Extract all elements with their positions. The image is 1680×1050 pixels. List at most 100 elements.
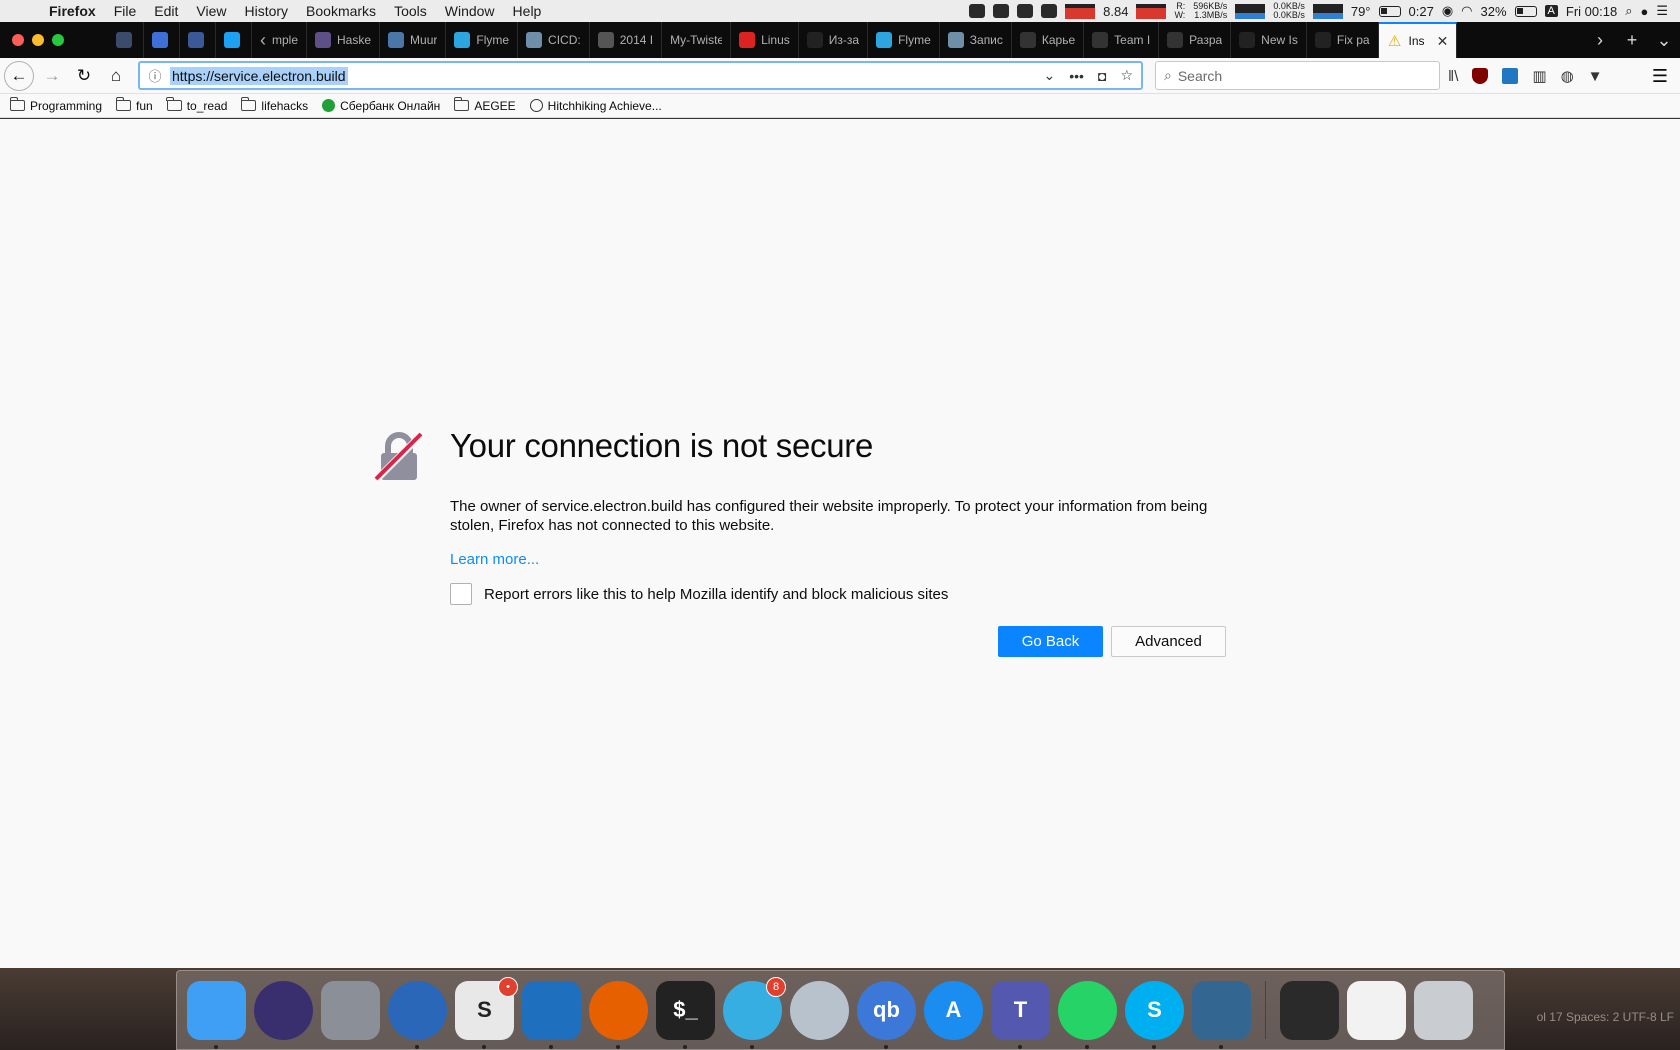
bookmark-item[interactable]: lifehacks xyxy=(241,97,308,113)
new-tab-button[interactable]: + xyxy=(1616,30,1648,51)
docker-status-icon[interactable] xyxy=(1041,4,1058,18)
tab[interactable]: ‹ mple xyxy=(252,22,308,58)
forward-button[interactable]: → xyxy=(38,62,66,90)
open-menu-icon[interactable]: ☰ xyxy=(1652,66,1668,87)
finder-dock-icon[interactable] xyxy=(187,980,246,1049)
tab[interactable]: Flyme xyxy=(446,22,519,58)
close-tab-icon[interactable]: ✕ xyxy=(1437,33,1449,50)
menu-help[interactable]: Help xyxy=(504,3,551,19)
spotlight-icon[interactable]: ⌕ xyxy=(1625,3,1632,19)
ublock-origin-icon[interactable] xyxy=(1472,68,1489,84)
trash-icon[interactable] xyxy=(1414,980,1473,1040)
keychain-dock-icon[interactable] xyxy=(790,980,849,1040)
tab[interactable]: 2014 I xyxy=(590,22,663,58)
battery-icon[interactable] xyxy=(1514,5,1537,17)
tab[interactable] xyxy=(216,22,252,58)
launchpad-dock-icon[interactable] xyxy=(321,980,380,1040)
tab[interactable] xyxy=(108,22,144,58)
vpn-extension-icon[interactable]: ▼ xyxy=(1588,68,1603,85)
bookmark-item[interactable]: fun xyxy=(115,97,153,113)
report-errors-checkbox[interactable] xyxy=(450,583,472,605)
tab[interactable]: Muur xyxy=(380,22,447,58)
close-window-button[interactable] xyxy=(12,34,24,46)
clock[interactable]: Fri 00:18 xyxy=(1566,4,1617,19)
globe-extension-icon[interactable]: ◍ xyxy=(1561,67,1574,85)
search-input[interactable]: Search xyxy=(1178,68,1222,84)
qbittorrent-dock-icon[interactable]: qb xyxy=(857,980,916,1049)
temperature-readout[interactable]: 79° xyxy=(1351,4,1371,19)
bookmark-item[interactable]: Programming xyxy=(9,97,102,113)
tab[interactable]: Team I xyxy=(1084,22,1160,58)
disk-io-readout[interactable]: 596KB/s 1.3MB/s xyxy=(1193,2,1227,20)
home-button[interactable]: ⌂ xyxy=(102,62,130,90)
tab[interactable]: Fix pa xyxy=(1307,22,1379,58)
documents-stack-icon[interactable] xyxy=(1347,980,1406,1040)
tab[interactable]: Haske xyxy=(307,22,381,58)
app-store-dock-icon[interactable]: A xyxy=(924,980,983,1040)
url-dropdown-icon[interactable]: ⌄ xyxy=(1044,67,1056,84)
site-info-icon[interactable]: ⓘ xyxy=(140,66,170,85)
lock-status-icon[interactable]: ◉ xyxy=(1442,3,1453,19)
menu-history[interactable]: History xyxy=(235,3,297,19)
tab[interactable]: Linus xyxy=(731,22,799,58)
thunderbird-dock-icon[interactable] xyxy=(388,980,447,1049)
scroll-tabs-left-icon[interactable]: ‹ xyxy=(260,30,266,51)
slack-dock-icon[interactable]: S • xyxy=(455,976,518,1049)
menu-window[interactable]: Window xyxy=(436,3,504,19)
bookmark-item[interactable]: AEGEE xyxy=(453,97,516,113)
library-icon[interactable]: ‖\ xyxy=(1448,68,1458,85)
disk-graph-icon[interactable] xyxy=(1235,3,1266,19)
tab[interactable]: Из-за xyxy=(799,22,869,58)
battery-time[interactable]: 0:27 xyxy=(1409,4,1434,19)
bookmark-item[interactable]: to_read xyxy=(166,97,227,113)
menu-bookmarks[interactable]: Bookmarks xyxy=(297,3,385,19)
reload-button[interactable]: ↻ xyxy=(70,62,98,90)
siri-dock-icon[interactable] xyxy=(254,980,313,1040)
tab[interactable]: Запис xyxy=(940,22,1012,58)
whale-status-icon[interactable] xyxy=(993,4,1010,18)
telegram-dock-icon[interactable]: 8 xyxy=(723,976,786,1049)
bookmark-item[interactable]: Hitchhiking Achieve... xyxy=(529,99,662,113)
memory-graph-icon[interactable] xyxy=(1136,3,1167,19)
postgres-dock-icon[interactable] xyxy=(1192,980,1251,1049)
url-text[interactable]: https://service.electron.build xyxy=(170,66,348,85)
menu-tools[interactable]: Tools xyxy=(385,3,436,19)
tab[interactable]: Flyme xyxy=(868,22,940,58)
bookmark-item[interactable]: Сбербанк Онлайн xyxy=(322,99,440,113)
page-actions-icon[interactable]: ••• xyxy=(1069,68,1084,84)
teams-dock-icon[interactable]: T xyxy=(991,980,1050,1049)
go-back-button[interactable]: Go Back xyxy=(998,626,1103,657)
battery-percent[interactable]: 32% xyxy=(1481,4,1507,19)
network-readout[interactable]: 0.0KB/s 0.0KB/s xyxy=(1273,2,1305,20)
notification-center-icon[interactable]: ☰ xyxy=(1656,3,1668,19)
tab[interactable]: My-Twiste xyxy=(662,22,732,58)
tab[interactable] xyxy=(180,22,216,58)
tab[interactable]: Карье xyxy=(1012,22,1085,58)
tab[interactable]: New Is xyxy=(1231,22,1307,58)
tab[interactable]: Разра xyxy=(1159,22,1232,58)
tab[interactable]: CICD: xyxy=(518,22,590,58)
network-graph-icon[interactable] xyxy=(1312,3,1343,19)
input-source-icon[interactable]: A xyxy=(1544,5,1558,17)
firefox-dock-icon[interactable] xyxy=(589,980,648,1049)
translate-extension-icon[interactable] xyxy=(1502,68,1519,84)
wifi-icon[interactable]: ◠ xyxy=(1461,3,1472,19)
menu-view[interactable]: View xyxy=(187,3,235,19)
scroll-tabs-right-icon[interactable]: › xyxy=(1584,30,1616,51)
list-all-tabs-icon[interactable]: ⌄ xyxy=(1648,30,1680,51)
search-bar[interactable]: ⌕ Search xyxy=(1155,61,1440,90)
whatsapp-dock-icon[interactable] xyxy=(1058,980,1117,1049)
url-bar[interactable]: ⓘ https://service.electron.build ⌄ ••• ◘… xyxy=(138,61,1143,90)
downloads-stack-icon[interactable] xyxy=(1280,980,1339,1040)
menu-edit[interactable]: Edit xyxy=(145,3,187,19)
lightning-status-icon[interactable] xyxy=(1017,4,1034,18)
zoom-window-button[interactable] xyxy=(52,34,64,46)
bookmark-star-icon[interactable]: ☆ xyxy=(1120,67,1133,84)
menu-firefox[interactable]: Firefox xyxy=(40,3,105,19)
back-button[interactable]: ← xyxy=(4,60,34,91)
cpu-graph-icon[interactable] xyxy=(1065,3,1096,19)
pocket-icon[interactable]: ◘ xyxy=(1098,68,1106,84)
skype-dock-icon[interactable]: S xyxy=(1125,980,1184,1049)
elephant-status-icon[interactable] xyxy=(969,4,986,18)
minimize-window-button[interactable] xyxy=(32,34,44,46)
